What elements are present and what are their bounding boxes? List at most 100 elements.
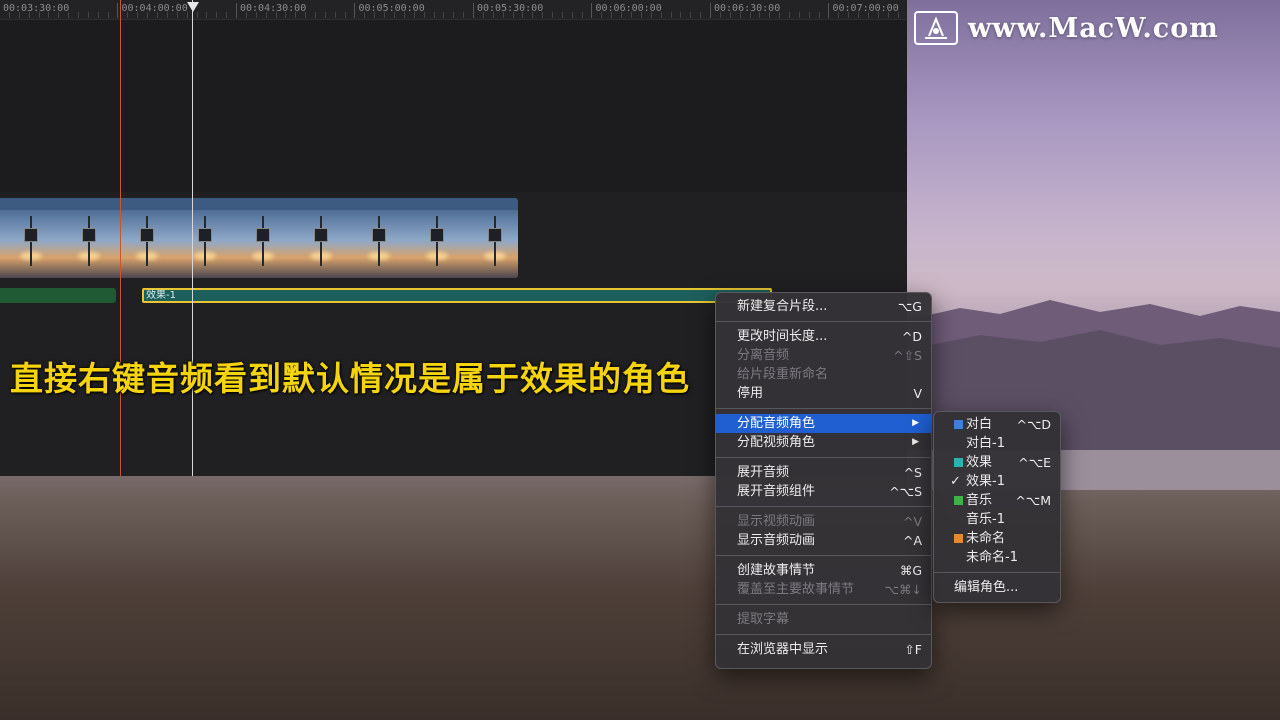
ruler-minor-tick bbox=[759, 12, 761, 18]
ruler-minor-tick bbox=[729, 12, 731, 18]
ruler-minor-tick bbox=[571, 12, 573, 18]
ruler-minor-tick bbox=[838, 12, 840, 18]
menu-item-label: 创建故事情节 bbox=[737, 563, 816, 578]
menu-item[interactable]: 停用 V bbox=[716, 384, 931, 403]
filmstrip-thumbnail bbox=[58, 210, 117, 278]
menu-item[interactable]: 展开音频 ^S bbox=[716, 463, 931, 482]
macw-logo-icon bbox=[914, 11, 958, 45]
menu-item-shortcut: V bbox=[913, 386, 922, 401]
ruler-minor-tick bbox=[601, 12, 603, 18]
menu-item[interactable]: 分配音频角色 ▶ bbox=[716, 414, 931, 433]
ruler-minor-tick bbox=[789, 12, 790, 18]
menu-separator bbox=[716, 634, 931, 635]
menu-item[interactable]: 创建故事情节 ⌘G bbox=[716, 561, 931, 580]
menu-separator bbox=[934, 572, 1060, 573]
watermark: www.MacW.com bbox=[914, 8, 1270, 48]
ruler-time-label: 00:07:00:00 bbox=[832, 3, 899, 14]
ruler-minor-tick bbox=[186, 12, 188, 18]
role-menu-item[interactable]: 音乐 ^⌥M bbox=[934, 491, 1060, 510]
menu-item-shortcut: ⌘G bbox=[899, 563, 922, 578]
thumbnail-sign bbox=[140, 228, 154, 242]
role-menu-item-shortcut: ^⌥E bbox=[1018, 455, 1051, 470]
ruler-minor-tick bbox=[315, 12, 316, 18]
role-menu-item[interactable]: 对白 ^⌥D bbox=[934, 415, 1060, 434]
ruler-minor-tick bbox=[48, 12, 50, 18]
role-menu-item[interactable]: 音乐-1 bbox=[934, 510, 1060, 529]
role-menu-item[interactable]: 未命名-1 bbox=[934, 548, 1060, 567]
menu-item-label: 显示视频动画 bbox=[737, 514, 816, 529]
edit-roles-menu-item[interactable]: 编辑角色... bbox=[934, 578, 1060, 597]
menu-item-label: 展开音频 bbox=[737, 465, 790, 480]
menu-item[interactable]: 分配视频角色 ▶ bbox=[716, 433, 931, 452]
ruler-time-label: 00:06:30:00 bbox=[714, 3, 781, 14]
filmstrip-thumbnail bbox=[406, 210, 465, 278]
timeline-ruler[interactable]: 00:03:30:00 00:04:00:00 00:04:30:00 00:05:0… bbox=[0, 0, 907, 20]
thumbnail-sign bbox=[24, 228, 38, 242]
ruler-minor-tick bbox=[611, 12, 613, 18]
ruler-minor-tick bbox=[887, 12, 889, 18]
role-menu-item-shortcut: ^⌥M bbox=[1015, 493, 1051, 508]
ruler-minor-tick bbox=[196, 12, 198, 18]
menu-item-label: 在浏览器中显示 bbox=[737, 642, 829, 657]
clip-context-menu: 新建复合片段... ⌥G 更改时间长度... ^D 分离音频 ^⇧S 给片段重新命名 停用 V 分… bbox=[715, 292, 932, 669]
ruler-minor-tick bbox=[275, 12, 277, 18]
green-audio-clip[interactable] bbox=[0, 288, 116, 303]
role-menu-item[interactable]: 效果 ^⌥E bbox=[934, 453, 1060, 472]
ruler-minor-tick bbox=[206, 12, 208, 18]
filmstrip-thumbnail bbox=[174, 210, 233, 278]
menu-item-shortcut: ^A bbox=[902, 533, 922, 548]
filmstrip-thumbnail bbox=[348, 210, 407, 278]
ruler-minor-tick bbox=[324, 12, 326, 18]
role-menu-item-shortcut: ^⌥D bbox=[1016, 417, 1051, 432]
ruler-minor-tick bbox=[305, 12, 307, 18]
menu-item[interactable]: 显示音频动画 ^A bbox=[716, 531, 931, 550]
menu-item-shortcut: ^⌥S bbox=[889, 484, 922, 499]
thumbnail-sign bbox=[314, 228, 328, 242]
ruler-minor-tick bbox=[779, 12, 781, 18]
ruler-minor-tick bbox=[522, 12, 524, 18]
menu-item[interactable]: 更改时间长度... ^D bbox=[716, 327, 931, 346]
menu-item: 显示视频动画 ^V bbox=[716, 512, 931, 531]
menu-item-shortcut: ^⇧S bbox=[893, 348, 922, 363]
ruler-minor-tick bbox=[502, 12, 504, 18]
ruler-minor-tick bbox=[245, 12, 247, 18]
playhead-line[interactable] bbox=[192, 0, 193, 476]
ruler-major-tick bbox=[472, 3, 474, 18]
ruler-minor-tick bbox=[482, 12, 484, 18]
ruler-minor-tick bbox=[216, 12, 218, 18]
role-menu-item[interactable]: 未命名 bbox=[934, 529, 1060, 548]
role-menu-item[interactable]: 对白-1 bbox=[934, 434, 1060, 453]
menu-item[interactable]: 在浏览器中显示 ⇧F bbox=[716, 640, 931, 659]
menu-separator bbox=[716, 506, 931, 507]
ruler-minor-tick bbox=[97, 12, 99, 18]
playhead-handle-icon[interactable] bbox=[187, 2, 199, 12]
ruler-minor-tick bbox=[463, 12, 465, 18]
role-menu-item-label: 未命名-1 bbox=[966, 550, 1018, 565]
menu-item-shortcut: ^D bbox=[901, 329, 922, 344]
ruler-minor-tick bbox=[581, 12, 583, 18]
submenu-arrow-icon: ▶ bbox=[912, 418, 919, 428]
menu-item-shortcut: ^V bbox=[902, 514, 922, 529]
ruler-minor-tick bbox=[532, 12, 534, 18]
ruler-major-tick bbox=[117, 3, 118, 18]
ruler-minor-tick bbox=[255, 12, 257, 18]
menu-separator bbox=[716, 555, 931, 556]
ruler-minor-tick bbox=[650, 12, 652, 18]
menu-item[interactable]: 展开音频组件 ^⌥S bbox=[716, 482, 931, 501]
ruler-minor-tick bbox=[897, 12, 899, 18]
ruler-major-tick bbox=[828, 3, 829, 18]
audio-clip-selected[interactable]: 效果-1 bbox=[142, 288, 772, 303]
ruler-time-label: 00:04:00:00 bbox=[121, 3, 188, 14]
menu-item-label: 新建复合片段... bbox=[737, 299, 828, 314]
ruler-minor-tick bbox=[137, 12, 139, 18]
role-menu-item[interactable]: ✓ 效果-1 bbox=[934, 472, 1060, 491]
video-clip[interactable] bbox=[0, 198, 518, 278]
ruler-minor-tick bbox=[552, 12, 553, 18]
ruler-major-tick bbox=[591, 3, 592, 18]
menu-item[interactable]: 新建复合片段... ⌥G bbox=[716, 297, 931, 316]
skimmer-line bbox=[120, 0, 121, 476]
ruler-minor-tick bbox=[858, 12, 860, 18]
filmstrip-thumbnail bbox=[290, 210, 349, 278]
watermark-text: www.MacW.com bbox=[968, 12, 1219, 44]
thumbnail-sign bbox=[488, 228, 502, 242]
